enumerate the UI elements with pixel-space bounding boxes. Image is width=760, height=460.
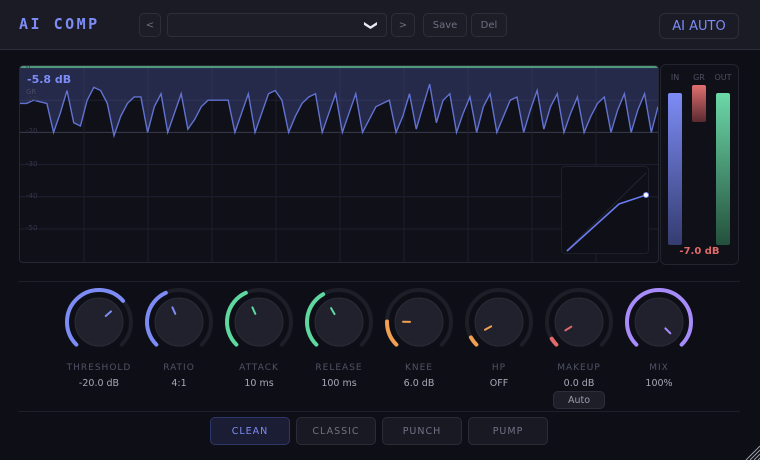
- knob-value: 10 ms: [244, 378, 274, 389]
- knob-release[interactable]: RELEASE 100 ms: [299, 282, 379, 392]
- knob-dial[interactable]: [459, 282, 539, 362]
- knob-value: 0.0 dB: [563, 378, 595, 389]
- mode-button-clean[interactable]: CLEAN: [210, 417, 290, 445]
- divider: [18, 411, 740, 412]
- knob-dial[interactable]: [219, 282, 299, 362]
- knob-label: ATTACK: [239, 363, 279, 373]
- knob-dial[interactable]: [379, 282, 459, 362]
- gr-meter-bar: [692, 85, 706, 122]
- out-meter-bar: [716, 93, 730, 245]
- ai-auto-button[interactable]: AI AUTO: [659, 13, 739, 39]
- gain-reduction-graph: 0 -10 -20 -30 -40 -50 -5.8 dB GR: [19, 65, 659, 263]
- knob-dial[interactable]: [619, 282, 699, 362]
- db-tick-label: -50: [26, 224, 38, 232]
- knob-label: MIX: [649, 363, 669, 373]
- knob-value: -20.0 dB: [78, 378, 120, 389]
- knob-knee[interactable]: KNEE 6.0 dB: [379, 282, 459, 392]
- mode-button-punch[interactable]: PUNCH: [382, 417, 462, 445]
- transfer-curve-line: [566, 194, 647, 252]
- knob-value: 100 ms: [321, 378, 357, 389]
- knob-label: KNEE: [404, 363, 433, 373]
- knob-label: HP: [491, 363, 507, 373]
- knob-threshold[interactable]: THRESHOLD -20.0 dB: [59, 282, 139, 392]
- transfer-curve: [561, 166, 649, 254]
- resize-grip-icon[interactable]: [744, 444, 760, 460]
- knob-dial[interactable]: [139, 282, 219, 362]
- in-meter-bar: [668, 93, 682, 245]
- knob-label: RATIO: [163, 363, 195, 373]
- curve-handle: [643, 192, 649, 198]
- knob-label: MAKEUP: [557, 363, 601, 373]
- knob-ratio[interactable]: RATIO 4:1: [139, 282, 219, 392]
- delete-button[interactable]: Del: [471, 13, 507, 37]
- db-tick-label: 0: [26, 65, 31, 71]
- knob-makeup[interactable]: MAKEUP 0.0 dB: [539, 282, 619, 392]
- db-tick-label: -20: [26, 127, 38, 136]
- db-tick-label: -10: [26, 95, 38, 104]
- makeup-auto-button[interactable]: Auto: [553, 391, 605, 409]
- meter-gr-readout: -7.0 dB: [679, 246, 720, 257]
- knob-value: 100%: [645, 378, 673, 389]
- app-title: AI COMP: [19, 15, 100, 33]
- meter-label-gr: GR: [693, 73, 705, 82]
- next-preset-button[interactable]: >: [391, 13, 415, 37]
- save-button[interactable]: Save: [423, 13, 467, 37]
- knob-label: THRESHOLD: [66, 363, 132, 373]
- knob-dial[interactable]: [299, 282, 379, 362]
- knob-value: 6.0 dB: [403, 378, 435, 389]
- knob-value: 4:1: [171, 378, 187, 389]
- header: AI COMP < ❯ > Save Del AI AUTO: [0, 0, 760, 50]
- meter-label-in: IN: [670, 73, 680, 82]
- knob-dial[interactable]: [59, 282, 139, 362]
- db-tick-label: -40: [26, 191, 38, 200]
- prev-preset-button[interactable]: <: [139, 13, 161, 37]
- db-tick-label: -30: [26, 159, 38, 168]
- knob-value: OFF: [489, 378, 509, 389]
- knob-attack[interactable]: ATTACK 10 ms: [219, 282, 299, 392]
- gr-label: GR: [26, 88, 37, 96]
- level-meters: IN GR OUT -7.0 dB: [660, 64, 739, 265]
- chevron-down-icon: ❯: [363, 20, 379, 31]
- knob-label: RELEASE: [315, 363, 363, 373]
- mode-button-classic[interactable]: CLASSIC: [296, 417, 376, 445]
- meter-label-out: OUT: [714, 73, 732, 82]
- mode-button-pump[interactable]: PUMP: [468, 417, 548, 445]
- knob-hp[interactable]: HP OFF: [459, 282, 539, 392]
- preset-dropdown[interactable]: ❯: [167, 13, 387, 37]
- gr-readout: -5.8 dB: [27, 73, 72, 86]
- knob-dial[interactable]: [539, 282, 619, 362]
- knob-mix[interactable]: MIX 100%: [619, 282, 699, 392]
